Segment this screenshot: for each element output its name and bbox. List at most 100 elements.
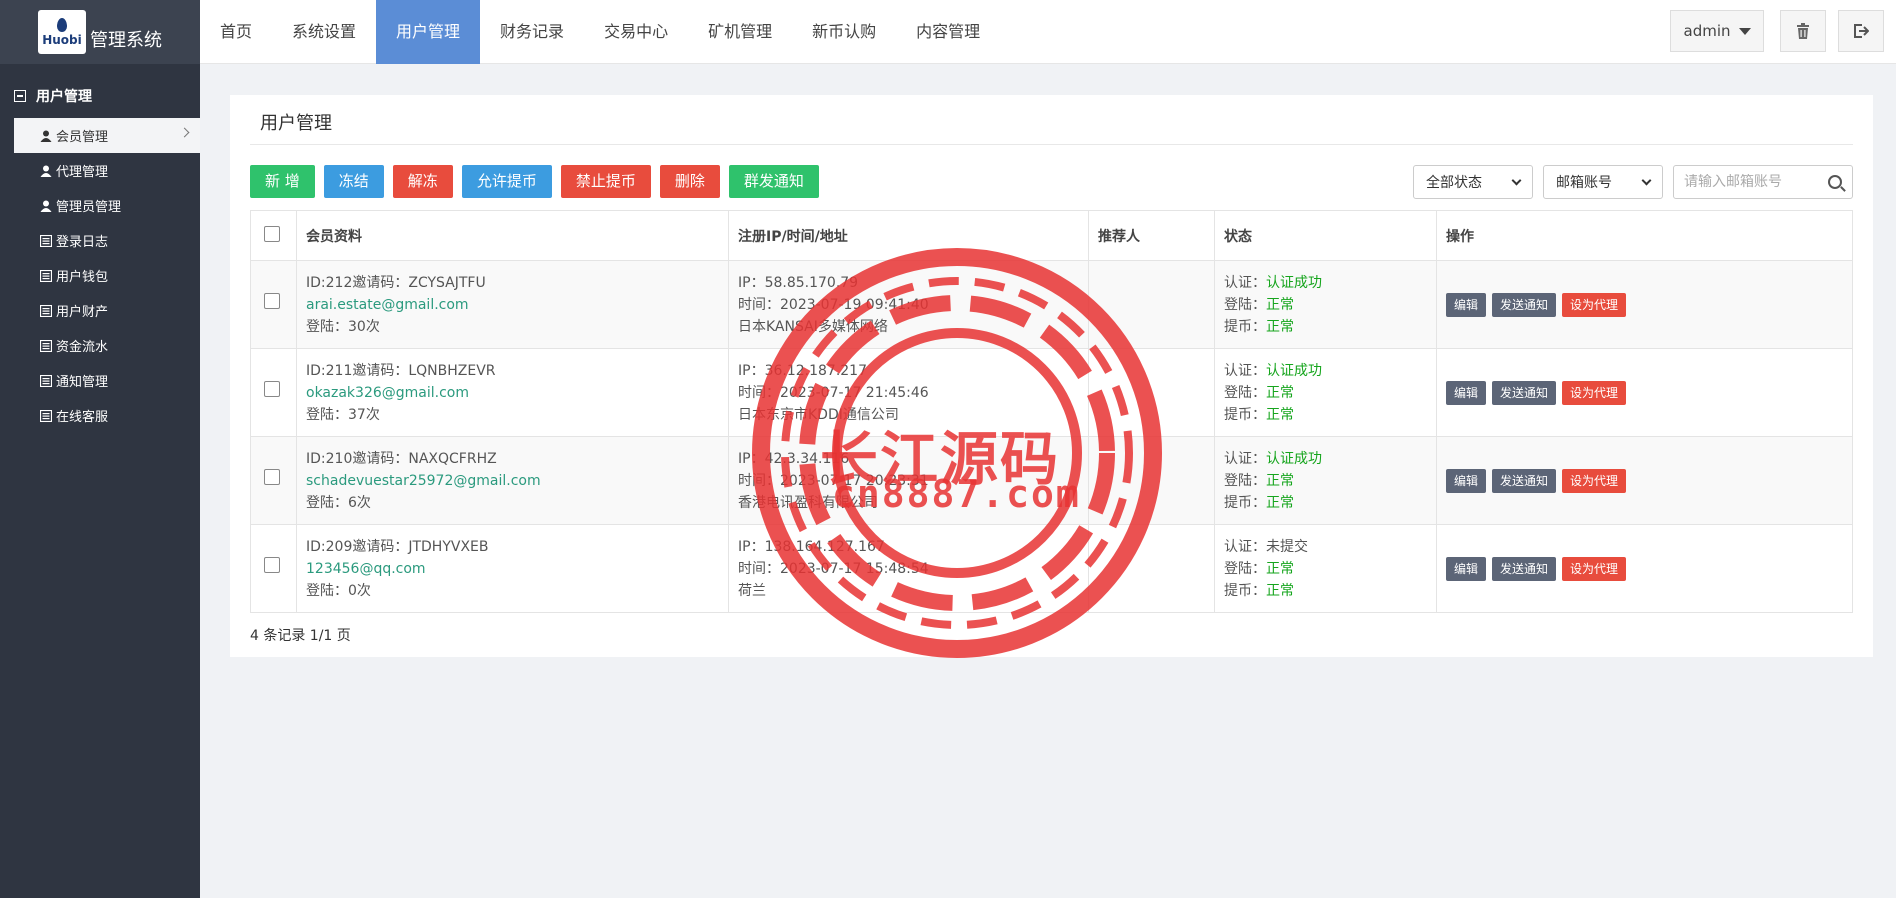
login-status: 登陆：正常 — [1224, 558, 1436, 580]
edit-button[interactable]: 编辑 — [1446, 556, 1487, 581]
nav-tab-1[interactable]: 系统设置 — [272, 0, 376, 64]
ban-withdraw-button[interactable]: 禁止提币 — [560, 165, 651, 198]
register-address: 荷兰 — [738, 582, 766, 599]
sidebar-item-7[interactable]: 通知管理 — [0, 363, 200, 398]
register-time: 时间：2023-07-17 21:45:46 — [738, 384, 929, 401]
delete-button[interactable]: 删除 — [659, 165, 720, 198]
list-icon — [40, 304, 52, 317]
set-agent-button[interactable]: 设为代理 — [1562, 468, 1627, 493]
member-id: ID:211邀请码：LQNBHZEVR — [306, 362, 496, 379]
sidebar-item-8[interactable]: 在线客服 — [0, 398, 200, 433]
pager-summary: 4 条记录 1/1 页 — [250, 628, 351, 644]
auth-value: 未提交 — [1266, 538, 1308, 555]
register-time: 时间：2023-07-19 09:41:40 — [738, 296, 929, 313]
sidebar-item-2[interactable]: 管理员管理 — [0, 188, 200, 223]
auth-status: 认证：认证成功 — [1224, 272, 1436, 294]
sidebar-item-label: 登录日志 — [56, 235, 109, 250]
allow-withdraw-button[interactable]: 允许提币 — [461, 165, 552, 198]
unfreeze-button[interactable]: 解冻 — [392, 165, 453, 198]
col-member: 会员资料 — [296, 210, 729, 261]
set-agent-button[interactable]: 设为代理 — [1562, 556, 1627, 581]
freeze-button[interactable]: 冻结 — [323, 165, 384, 198]
search-input[interactable] — [1684, 174, 1814, 190]
sidebar-group-user-management[interactable]: 用户管理 — [0, 74, 200, 118]
chevron-down-icon — [1511, 175, 1522, 186]
send-notify-button[interactable]: 发送通知 — [1492, 292, 1557, 317]
field-select[interactable]: 邮箱账号 — [1543, 165, 1663, 199]
member-email: okazak326@gmail.com — [306, 384, 469, 401]
sidebar-item-0[interactable]: 会员管理 — [14, 118, 200, 153]
nav-tab-5[interactable]: 矿机管理 — [688, 0, 792, 64]
row-checkbox[interactable] — [264, 557, 280, 573]
sidebar-item-4[interactable]: 用户钱包 — [0, 258, 200, 293]
row-checkbox[interactable] — [264, 293, 280, 309]
nav-tab-2[interactable]: 用户管理 — [376, 0, 481, 64]
sidebar-item-5[interactable]: 用户财产 — [0, 293, 200, 328]
auth-label: 认证： — [1224, 274, 1266, 291]
sidebar-item-1[interactable]: 代理管理 — [0, 153, 200, 188]
search-icon[interactable] — [1828, 175, 1842, 189]
nav-tab-6[interactable]: 新币认购 — [792, 0, 896, 64]
sidebar-item-label: 通知管理 — [56, 375, 109, 390]
sidebar-item-label: 用户钱包 — [56, 270, 109, 285]
set-agent-button[interactable]: 设为代理 — [1562, 380, 1627, 405]
add-button[interactable]: 新 增 — [250, 165, 315, 198]
nav-tab-3[interactable]: 财务记录 — [480, 0, 584, 64]
col-referrer: 推荐人 — [1088, 210, 1215, 261]
table-row: ID:211邀请码：LQNBHZEVR okazak326@gmail.com … — [250, 348, 1853, 437]
nav-tab-0[interactable]: 首页 — [200, 0, 272, 64]
broadcast-notify-button[interactable]: 群发通知 — [728, 165, 819, 198]
row-checkbox[interactable] — [264, 469, 280, 485]
member-email: schadevuestar25972@gmail.com — [306, 472, 541, 489]
user-menu-button[interactable]: admin — [1670, 10, 1764, 52]
auth-status: 认证：认证成功 — [1224, 360, 1436, 382]
edit-button[interactable]: 编辑 — [1446, 292, 1487, 317]
row-checkbox[interactable] — [264, 381, 280, 397]
list-icon — [40, 409, 52, 422]
send-notify-button[interactable]: 发送通知 — [1492, 468, 1557, 493]
trash-icon — [1797, 23, 1809, 39]
collapse-icon — [14, 90, 26, 102]
member-logins: 登陆：30次 — [306, 318, 380, 335]
auth-status: 认证：未提交 — [1224, 536, 1436, 558]
sidebar-item-label: 会员管理 — [56, 130, 109, 145]
login-value: 正常 — [1266, 560, 1294, 577]
sidebar-item-3[interactable]: 登录日志 — [0, 223, 200, 258]
login-label: 登陆： — [1224, 560, 1266, 577]
sidebar-item-6[interactable]: 资金流水 — [0, 328, 200, 363]
send-notify-button[interactable]: 发送通知 — [1492, 556, 1557, 581]
topbar: 首页 系统设置 用户管理 财务记录 交易中心 矿机管理 新币认购 内容管理 admin — [200, 0, 1896, 64]
search-box — [1673, 165, 1853, 199]
auth-label: 认证： — [1224, 538, 1266, 555]
login-status: 登陆：正常 — [1224, 382, 1436, 404]
logout-icon — [1854, 24, 1869, 38]
select-all-checkbox[interactable] — [264, 225, 280, 242]
edit-button[interactable]: 编辑 — [1446, 380, 1487, 405]
referrer — [1088, 260, 1215, 349]
status-select[interactable]: 全部状态 — [1413, 165, 1533, 199]
page-title: 用户管理 — [260, 113, 332, 134]
col-actions: 操作 — [1436, 210, 1853, 261]
logout-button[interactable] — [1838, 10, 1884, 52]
huobi-logo: Huobi — [38, 10, 86, 54]
withdraw-value: 正常 — [1266, 494, 1294, 511]
brand[interactable]: Huobi 管理系统 — [0, 0, 200, 64]
chevron-down-icon — [1641, 175, 1652, 186]
edit-button[interactable]: 编辑 — [1446, 468, 1487, 493]
auth-label: 认证： — [1224, 362, 1266, 379]
clear-cache-button[interactable] — [1780, 10, 1826, 52]
send-notify-button[interactable]: 发送通知 — [1492, 380, 1557, 405]
auth-value: 认证成功 — [1266, 362, 1322, 379]
sidebar-item-label: 代理管理 — [56, 165, 109, 180]
register-time: 时间：2023-07-17 20:23:31 — [738, 472, 929, 489]
nav-tab-4[interactable]: 交易中心 — [584, 0, 688, 64]
referrer — [1088, 348, 1215, 437]
user-icon — [40, 130, 52, 142]
table-row: ID:209邀请码：JTDHYVXEB 123456@qq.com 登陆：0次 … — [250, 524, 1853, 613]
nav-tab-7[interactable]: 内容管理 — [896, 0, 1000, 64]
withdraw-label: 提币： — [1224, 318, 1266, 335]
login-label: 登陆： — [1224, 296, 1266, 313]
sidebar-item-label: 用户财产 — [56, 305, 109, 320]
set-agent-button[interactable]: 设为代理 — [1562, 292, 1627, 317]
auth-label: 认证： — [1224, 450, 1266, 467]
